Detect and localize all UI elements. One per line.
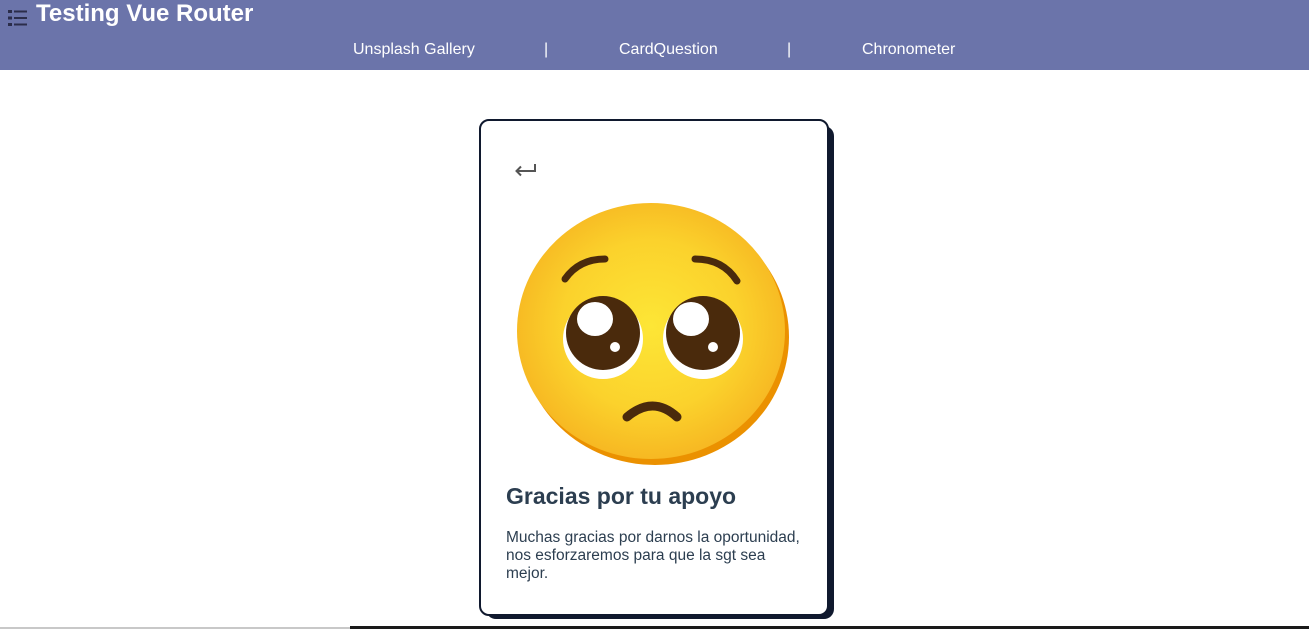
- app-title: Testing Vue Router: [36, 0, 254, 27]
- return-arrow-icon[interactable]: [509, 157, 539, 183]
- nav-link-unsplash-gallery[interactable]: Unsplash Gallery: [353, 40, 475, 60]
- question-card: Gracias por tu apoyo Muchas gracias por …: [479, 119, 829, 616]
- nav-link-card-question[interactable]: CardQuestion: [619, 40, 718, 60]
- pleading-face-emoji: [517, 203, 789, 465]
- nav-separator: |: [787, 41, 792, 58]
- card-title: Gracias por tu apoyo: [506, 483, 737, 509]
- nav-link-chronometer[interactable]: Chronometer: [862, 40, 955, 60]
- card-description: Muchas gracias por darnos la oportunidad…: [506, 529, 800, 582]
- list-icon[interactable]: [8, 9, 28, 27]
- nav-separator: |: [544, 41, 549, 58]
- app-header: Testing Vue Router Unsplash Gallery | Ca…: [0, 0, 1309, 70]
- main-nav: Unsplash Gallery | CardQuestion | Chrono…: [0, 40, 1309, 60]
